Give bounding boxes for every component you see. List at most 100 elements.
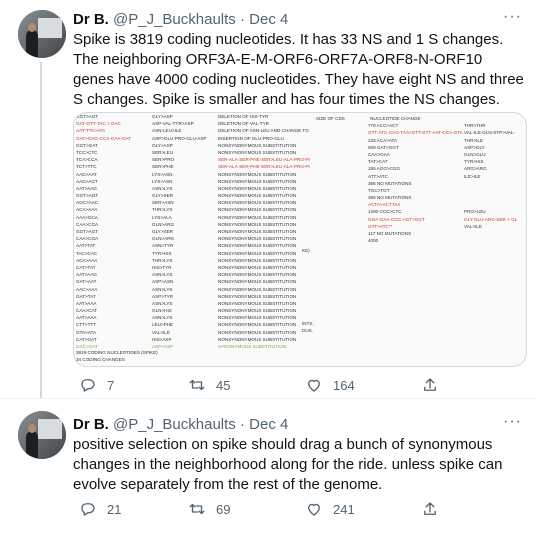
table-cell: NONSYNONYMOUS SUBSTITUTION (218, 200, 297, 206)
table-cell: TAC>CAC (76, 250, 98, 256)
document-image: GGT>AGT GLY>ASP DELETION OF HIS-TYR GAT-GTT… (74, 113, 526, 366)
table-cell: ACA>AAA (76, 257, 98, 263)
table-row: AAT>TAT ASN>TYR NONSYNONYMOUS SUBSTITUTION (74, 242, 314, 249)
table-row: AAT>AAA ASN>LYS NONSYNONYMOUS SUBSTITUTION (74, 300, 314, 307)
table-row: TCT>TTC SER>PHE SER-ALA-SER-PHE-SER>LEU-AL… (74, 163, 314, 170)
table-cell: PRO>LEU (464, 209, 486, 215)
table-row: ACTA>ACTTAA (314, 201, 526, 208)
table-row: AAT-TTA>ATA ASN-LEU>ILE DELETION OF ASN-LE… (74, 127, 314, 134)
table-row: ACA>AAA THR>LYS NONSYNONYMOUS SUBSTITUTION (74, 257, 314, 264)
table-cell: NONSYNONYMOUS SUBSTITUTION (218, 250, 297, 256)
table-cell: AAC>AAA (76, 286, 98, 292)
table-cell: ASP>GLU-PRO-GLU-ASP (152, 135, 207, 141)
table-cell: CTT>TTT (76, 322, 97, 328)
tweet-date[interactable]: Dec 4 (249, 11, 288, 28)
table-row: 778 ACC>ACT THR>THR (314, 122, 526, 129)
table-cell: AAT-TTA>ATA (76, 128, 106, 134)
table-cell: ASN>LYS (152, 286, 173, 292)
table-cell: NONSYNONYMOUS SUBSTITUTION (218, 221, 297, 227)
table-cell: NONSYNONYMOUS SUBSTITUTION (218, 171, 297, 177)
table-row: GGT>AGT GLY>SER NONSYNONYMOUS SUBSTITUTION (74, 192, 314, 199)
like-button[interactable]: 164 (305, 376, 355, 394)
table-cell: SER>ASN (152, 200, 174, 206)
table-row: CAT>GAT HIS>ASP NONSYNONYMOUS SUBSTITUTION (74, 336, 314, 343)
avatar[interactable] (18, 411, 66, 459)
table-cell: 117 NO MUTATIONS (368, 231, 412, 236)
table-row: ATT>ATC ILE>ILE (314, 173, 526, 180)
table-row: GGT>AGT GLY>ASP DELETION OF HIS-TYR (74, 113, 314, 120)
table-row: GAT>TAT ASP>TYR NONSYNONYMOUS SUBSTITUTION (74, 293, 314, 300)
table-row: 3819 CODING NUCLEOTIDES (SPIKE) (76, 349, 306, 356)
table-cell: TCC>CTC (76, 149, 98, 155)
table-row: GAT-GTT-TAC > GAC ASP-VAL-TYR>ASP DELETION… (74, 120, 314, 127)
table-cell: GAT>GAG-CCA-GAA-GAT (76, 135, 132, 141)
table-row: GTT-ATC-CAG-TAA>GTT-GTT-AAT-CCA-GTA VAL-I… (314, 129, 526, 136)
table-cell: NONSYNONYMOUS SUBSTITUTION (218, 229, 297, 234)
table-cell: KE) (302, 248, 310, 253)
table-cell: NONSYNONYMOUS SUBSTITUTION (218, 329, 297, 335)
reply-button[interactable]: 7 (79, 376, 114, 394)
retweet-icon (189, 503, 205, 515)
table-cell: NONSYNONYMOUS SUBSTITUTION (218, 315, 297, 321)
table-cell: NONSYNONYMOUS SUBSTITUTION (218, 178, 297, 184)
table-cell: SER>PRO (152, 157, 175, 163)
table-cell: HIS>ASP (152, 336, 172, 342)
share-button[interactable] (421, 376, 439, 394)
more-options-icon[interactable]: ··· (503, 413, 522, 431)
display-name[interactable]: Dr B. (73, 11, 109, 28)
table-row: AAT>AAG ASN>LYS NONSYNONYMOUS SUBSTITUTION (74, 271, 314, 278)
table-row: CAA>CGA GLN>ARG NONSYNONYMOUS SUBSTITUTION (74, 221, 314, 228)
table-cell: ASN>LYS (152, 300, 173, 306)
table-cell: DELETION OF HIS-TYR (218, 114, 269, 119)
table-cell: DELETION OF VAL-TYR (218, 121, 269, 127)
table-cell: TGC>TGT (368, 187, 390, 193)
share-icon (424, 502, 436, 515)
reply-button[interactable]: 21 (79, 500, 121, 518)
table-row: 228 ACA>ATA THR>ILE (314, 137, 526, 144)
table-cell: SER-ALA-SER-PHE-SER>LEU-ALA-PRO-PHE-PHE (218, 157, 310, 163)
display-name[interactable]: Dr B. (73, 416, 109, 433)
table-cell: GGT>GAT (76, 142, 98, 148)
table-cell: ASN>LYS (152, 185, 173, 191)
table-row: GGA-GAA-CGC-AGT>GGT GLY-GLU-ARG-SER > GL (314, 216, 526, 223)
table-cell: TCT>TTC (76, 164, 97, 170)
table-cell: ACA>AAA (76, 207, 98, 213)
table-cell: AAT>AAG (76, 185, 97, 191)
user-handle[interactable]: @P_J_Buckhaults (113, 11, 236, 28)
left-table: GGT>AGT GLY>ASP DELETION OF HIS-TYR GAT-GTT… (74, 113, 314, 350)
avatar[interactable] (18, 10, 66, 58)
table-cell: VAL>ILE (152, 329, 170, 335)
table-cell: GLY>ASP (152, 114, 173, 119)
user-handle[interactable]: @P_J_Buckhaults (113, 416, 236, 433)
table-row: 1290 CCC>CTC PRO>LEU (314, 208, 526, 215)
tweet-header: Dr B. @P_J_Buckhaults · Dec 4 (73, 415, 288, 435)
retweet-count: 45 (216, 377, 231, 393)
share-button[interactable] (421, 500, 439, 518)
table-cell: ASN>LYS (152, 272, 173, 278)
table-row: AGC>AAC SER>ASN NONSYNONYMOUS SUBSTITUTION (74, 199, 314, 206)
table-cell: NONSYNONYMOUS SUBSTITUTION (218, 214, 297, 220)
table-cell: NONSYNONYMOUS SUBSTITUTION (218, 336, 297, 342)
table-row: GGT>AGT GLY>SER NONSYNONYMOUS SUBSTITUTION (74, 228, 314, 235)
tweet-date[interactable]: Dec 4 (249, 416, 288, 433)
tweet-image[interactable]: GGT>AGT GLY>ASP DELETION OF HIS-TYR GAT-GTT… (73, 112, 527, 367)
table-cell: VAL-ILE-GLN-STP>VAL- (464, 130, 515, 136)
table-cell: CAT>GAT (76, 336, 97, 342)
retweet-button[interactable]: 69 (188, 500, 230, 518)
table-cell: 34 CODING CHANGES (76, 357, 125, 363)
table-cell: NONSYNONYMOUS SUBSTITUTION (218, 293, 297, 299)
table-cell: GAT>TAT (76, 293, 96, 299)
table-cell: GLN>ARG (152, 221, 175, 227)
table-row: TAC>CAC TYR>HIS NONSYNONYMOUS SUBSTITUTION (74, 250, 314, 257)
tweet-1[interactable]: Dr B. @P_J_Buckhaults · Dec 4 ··· Spike … (0, 0, 536, 398)
tweet-2[interactable]: Dr B. @P_J_Buckhaults · Dec 4 ··· positi… (0, 399, 536, 538)
retweet-button[interactable]: 45 (188, 376, 230, 394)
table-cell: GLY>SER (152, 229, 173, 234)
tweet-text: positive selection on spike should drag … (73, 436, 503, 493)
table-cell: NONSYNONYMOUS SUBSTITUTION (218, 264, 297, 270)
table-row: CAA>CGA GLN>ARG NONSYNONYMOUS SUBSTITUTION (74, 235, 314, 242)
table-row: INTS, (302, 320, 332, 327)
more-options-icon[interactable]: ··· (503, 8, 522, 26)
like-button[interactable]: 241 (305, 500, 355, 518)
table-cell: AAA>GCA (76, 214, 98, 220)
